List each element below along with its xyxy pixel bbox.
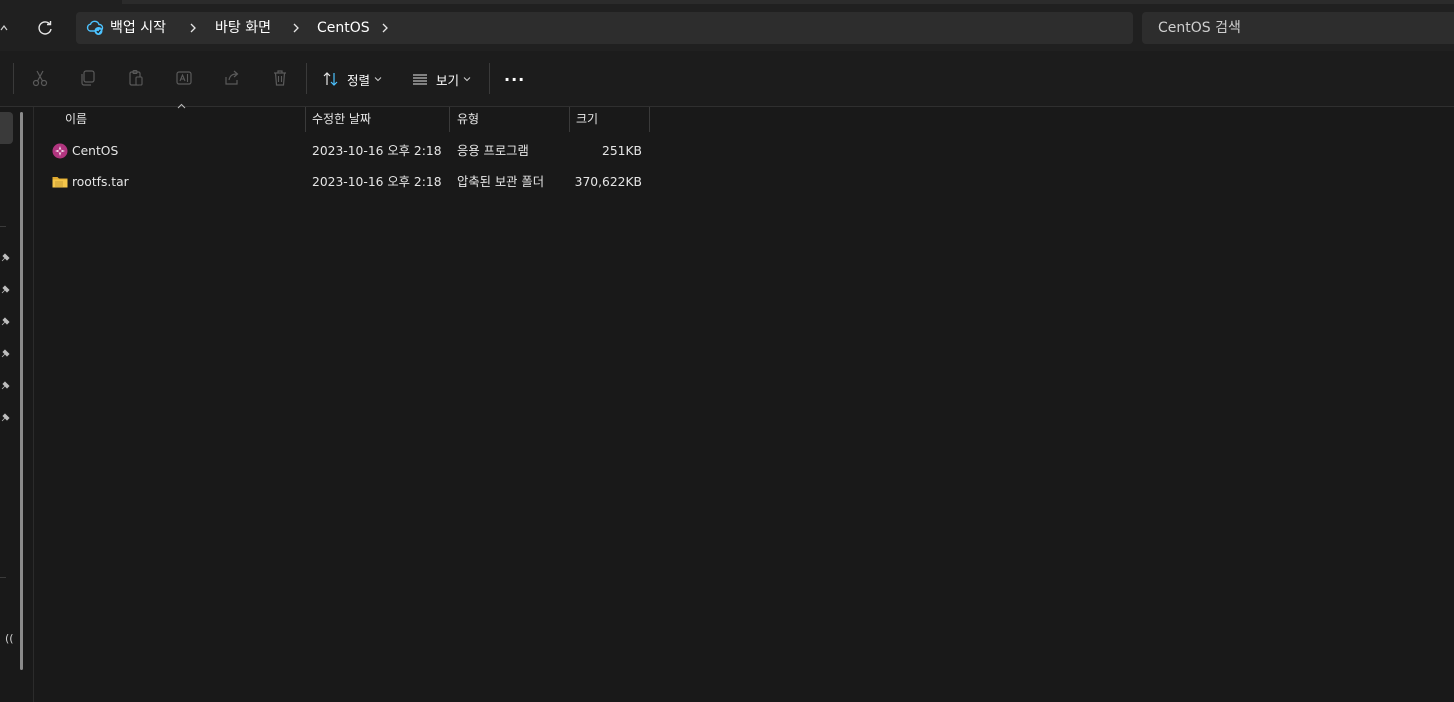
column-header-size[interactable]: 크기 [576,107,598,131]
file-type: 압축된 보관 폴더 [457,175,545,189]
more-options-button[interactable]: ··· [504,66,525,92]
pin-icon[interactable] [0,252,10,264]
file-size: 370,622KB [574,175,642,189]
chevron-right-icon[interactable] [291,20,301,36]
search-input[interactable]: CentOS 검색 [1158,12,1241,44]
nav-divider [0,226,6,227]
file-name[interactable]: rootfs.tar [72,167,129,198]
chevron-right-icon[interactable] [380,20,390,36]
column-divider[interactable] [449,107,450,132]
list-view-icon [413,74,427,85]
file-type: 응용 프로그램 [457,144,529,158]
pin-icon[interactable] [0,284,10,296]
pin-icon[interactable] [0,380,10,392]
cloud-sync-icon [86,20,104,35]
nav-divider [0,577,6,578]
search-box[interactable]: CentOS 검색 [1142,12,1454,44]
chevron-down-icon [463,77,471,82]
share-icon[interactable] [222,68,242,88]
toolbar-divider [13,63,14,94]
command-bar: 정렬 보기 ··· [0,51,1454,107]
file-size: 251KB [602,144,642,158]
file-modified: 2023-10-16 오후 2:18 [312,175,442,189]
column-header-type[interactable]: 유형 [457,107,479,131]
copy-icon[interactable] [78,68,98,88]
toolbar-divider [306,63,307,94]
cut-icon[interactable] [30,68,50,88]
column-header-name[interactable]: 이름 [65,107,87,131]
view-button[interactable]: 보기 [412,66,471,92]
nav-scrollbar[interactable] [20,112,23,670]
more-icon: ··· [504,69,526,89]
column-header-modified[interactable]: 수정한 날짜 [312,107,371,131]
sort-ascending-icon [177,103,186,109]
breadcrumb-centos[interactable]: CentOS [317,12,370,44]
column-divider[interactable] [305,107,306,132]
up-arrow-icon[interactable] [0,18,14,38]
breadcrumb-desktop[interactable]: 바탕 화면 [215,12,271,44]
delete-icon[interactable] [270,68,290,88]
sort-button[interactable]: 정렬 [322,66,382,92]
pin-icon[interactable] [0,348,10,360]
chevron-down-icon [374,77,382,82]
nav-selected-item[interactable] [0,112,13,144]
nav-network-icon[interactable]: (( [5,632,14,645]
toolbar-divider [489,63,490,94]
breadcrumb-backup[interactable]: 백업 시작 [110,12,166,44]
file-modified: 2023-10-16 오후 2:18 [312,144,442,158]
pin-icon[interactable] [0,412,10,424]
column-divider[interactable] [569,107,570,132]
address-bar[interactable]: 백업 시작 바탕 화면 CentOS [76,12,1133,44]
sort-arrows-icon [323,72,338,86]
tab-strip [122,0,1454,4]
centos-app-icon [52,143,68,159]
chevron-right-icon[interactable] [188,20,198,36]
file-row[interactable]: CentOS 2023-10-16 오후 2:18 응용 프로그램 251KB [44,136,650,167]
refresh-icon [38,21,52,35]
refresh-button[interactable] [34,16,56,40]
rename-icon[interactable] [174,68,194,88]
paste-icon[interactable] [126,68,146,88]
file-name[interactable]: CentOS [72,136,118,167]
navigation-pane [0,107,34,702]
zip-folder-icon [52,177,68,188]
view-label: 보기 [436,72,460,88]
column-divider[interactable] [649,107,650,132]
pin-icon[interactable] [0,316,10,328]
file-row[interactable]: rootfs.tar 2023-10-16 오후 2:18 압축된 보관 폴더 … [44,167,650,198]
sort-label: 정렬 [347,72,371,88]
